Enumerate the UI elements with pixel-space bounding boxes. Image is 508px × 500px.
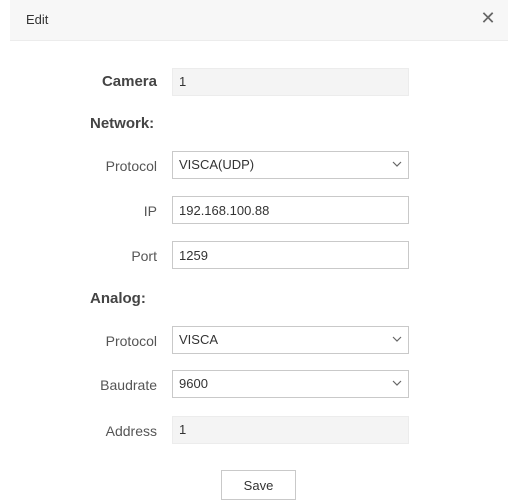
network-protocol-label: Protocol: [105, 158, 157, 174]
port-label: Port: [131, 248, 157, 264]
baudrate-select[interactable]: 9600: [172, 370, 409, 398]
address-value: 1: [179, 422, 187, 437]
chevron-down-icon: [392, 336, 402, 342]
camera-field: 1: [172, 68, 409, 96]
port-input[interactable]: [172, 241, 409, 269]
network-protocol-value: VISCA(UDP): [179, 157, 255, 172]
dialog-header: Edit ✕: [10, 0, 508, 41]
analog-protocol-label: Protocol: [105, 333, 157, 349]
baudrate-label: Baudrate: [100, 377, 157, 393]
address-label: Address: [105, 423, 157, 439]
dialog-title: Edit: [26, 12, 49, 27]
ip-label: IP: [143, 203, 157, 219]
address-field: 1: [172, 416, 409, 444]
chevron-down-icon: [392, 380, 402, 386]
camera-label: Camera: [101, 73, 157, 90]
analog-protocol-select[interactable]: VISCA: [172, 326, 409, 354]
ip-input[interactable]: [172, 196, 409, 224]
analog-heading: Analog:: [90, 290, 146, 307]
camera-value: 1: [179, 74, 187, 89]
baudrate-value: 9600: [179, 376, 208, 391]
network-protocol-select[interactable]: VISCA(UDP): [172, 151, 409, 179]
save-button[interactable]: Save: [221, 470, 296, 500]
edit-dialog: Edit ✕ Camera 1 Network: Protocol VISCA(…: [0, 0, 508, 500]
network-heading: Network:: [90, 115, 155, 132]
chevron-down-icon: [392, 161, 402, 167]
close-button[interactable]: ✕: [478, 8, 498, 30]
close-icon: ✕: [480, 8, 496, 29]
analog-protocol-value: VISCA: [179, 332, 219, 347]
